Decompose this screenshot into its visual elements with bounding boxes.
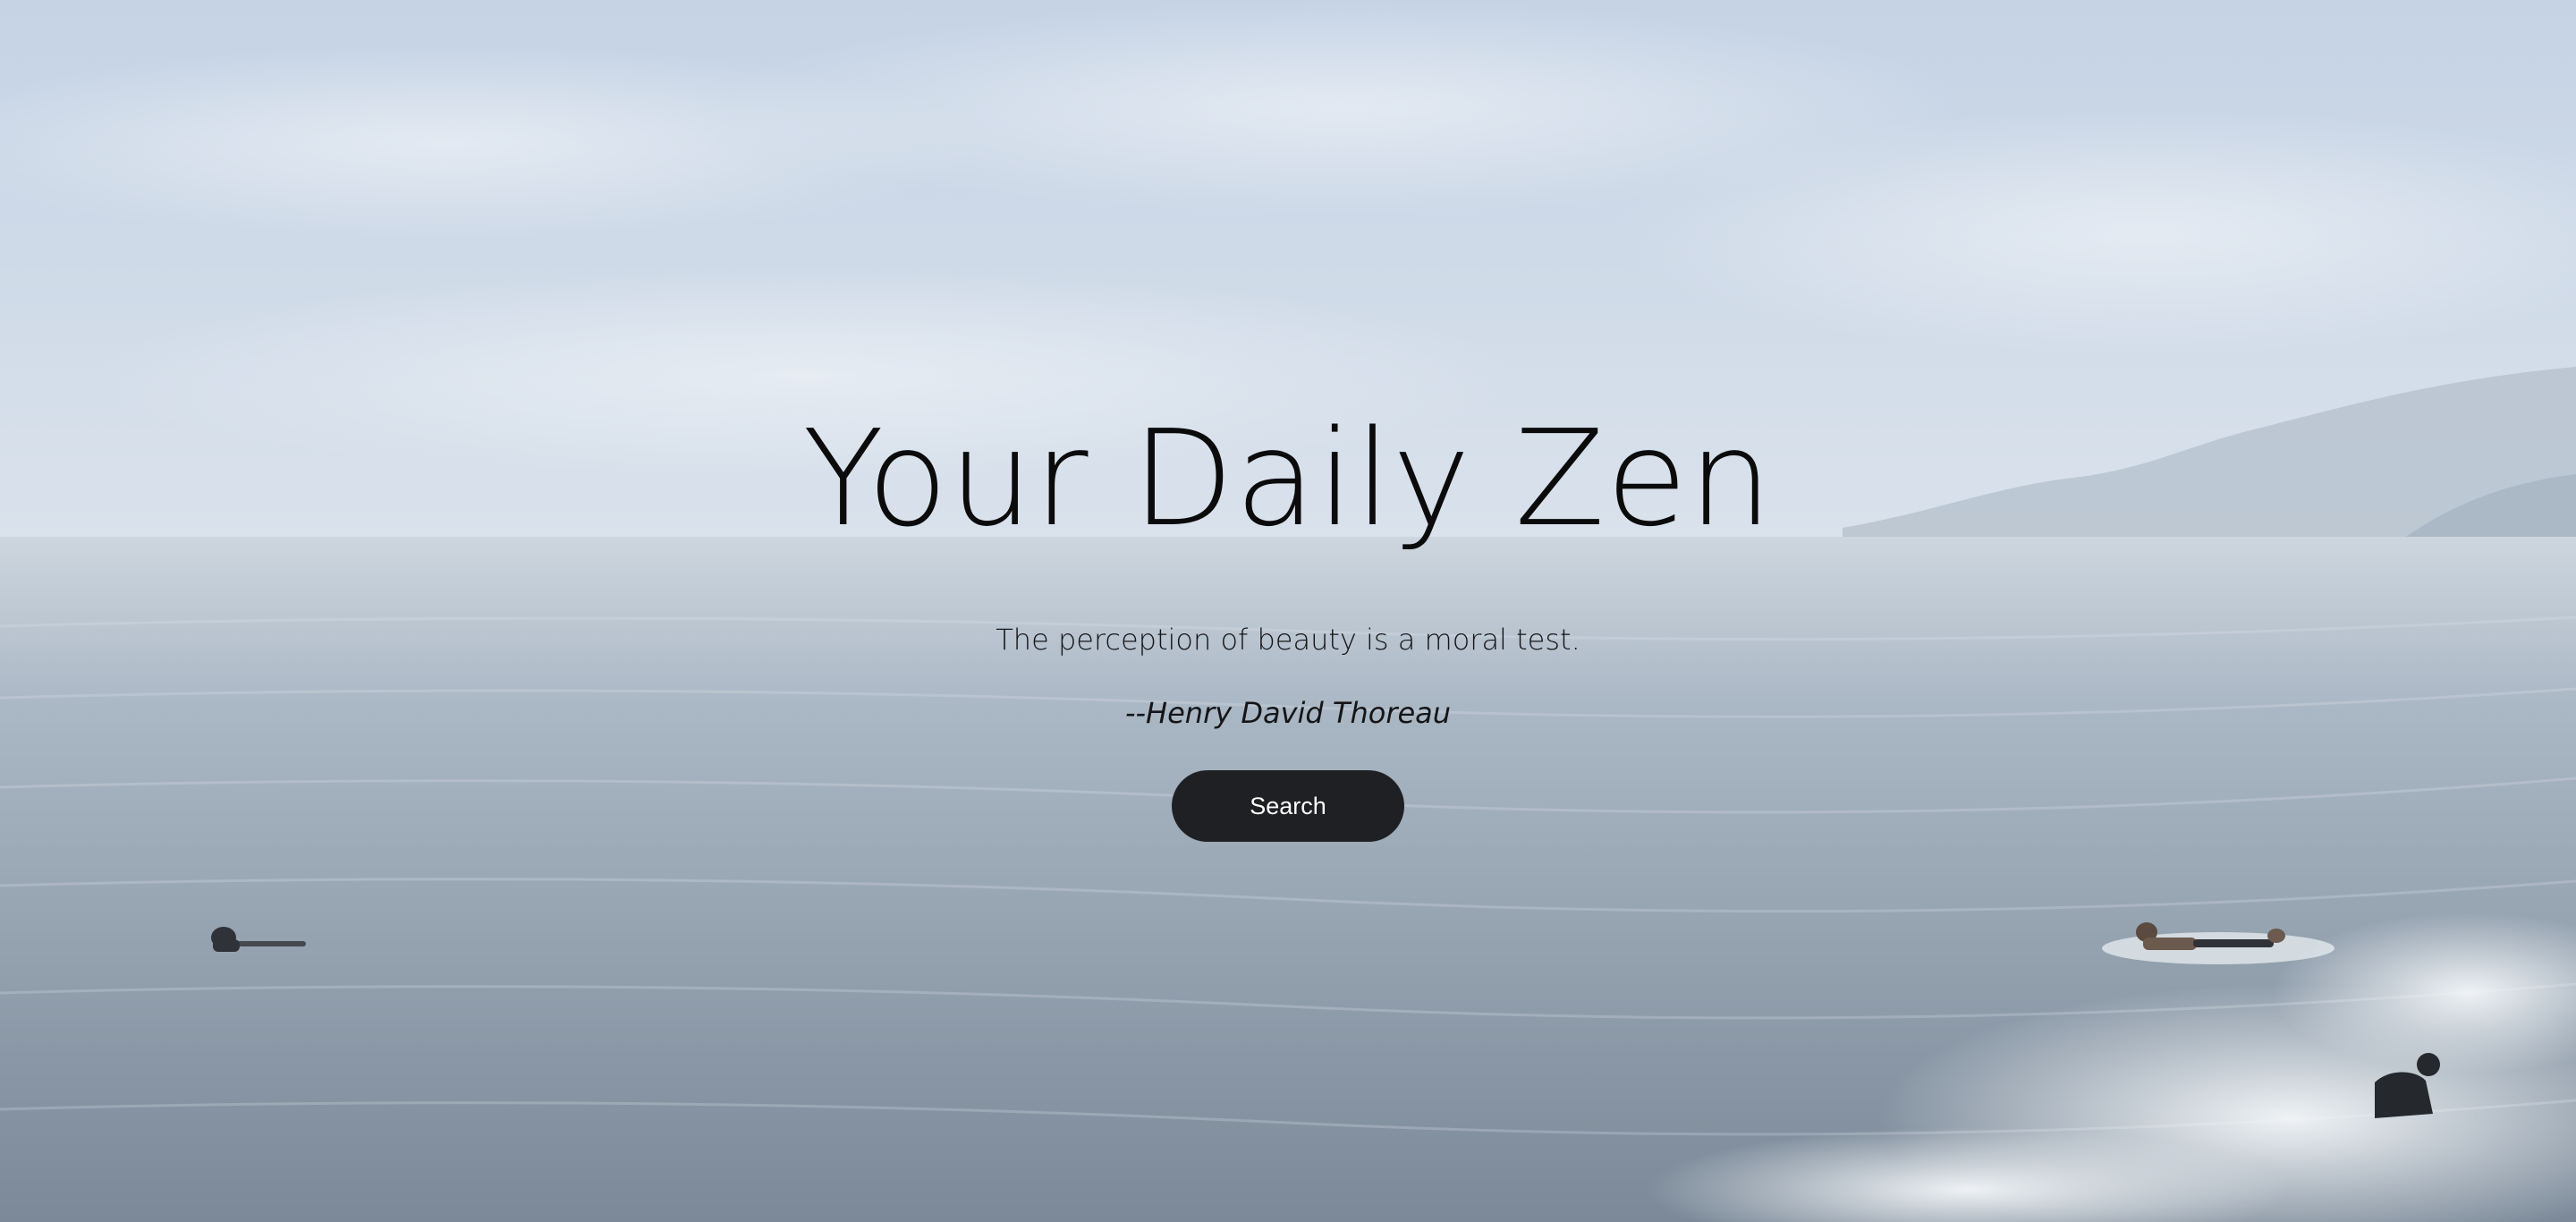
- quote-author: --Henry David Thoreau: [1124, 696, 1452, 730]
- search-button[interactable]: Search: [1172, 770, 1404, 842]
- hero: Your Daily Zen The perception of beauty …: [0, 0, 2576, 1222]
- page-title: Your Daily Zen: [802, 402, 1774, 556]
- quote-text: The perception of beauty is a moral test…: [996, 623, 1580, 657]
